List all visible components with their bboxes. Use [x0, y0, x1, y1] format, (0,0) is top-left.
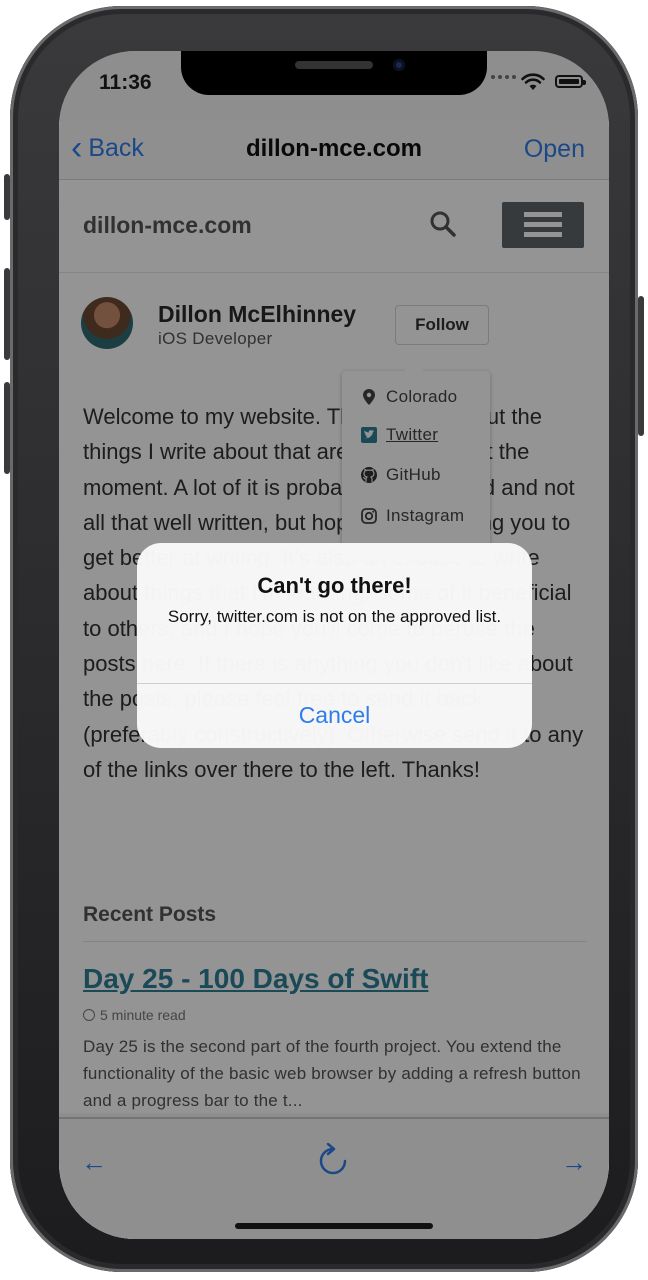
home-indicator[interactable]: [235, 1223, 433, 1229]
side-button-volume-down: [4, 382, 10, 474]
alert-cancel-button[interactable]: Cancel: [137, 683, 532, 748]
wifi-icon: [521, 73, 545, 90]
battery-icon: [555, 75, 586, 88]
alert-message: Sorry, twitter.com is not on the approve…: [167, 607, 502, 626]
side-button-power: [638, 296, 644, 436]
phone-frame: 11:36 ‹ Back dillon-mce.com Open dillon-…: [4, 6, 644, 1272]
cellular-signal-icon: [491, 75, 516, 79]
screen: 11:36 ‹ Back dillon-mce.com Open dillon-…: [59, 51, 609, 1239]
status-time: 11:36: [99, 71, 152, 94]
camera-icon: [393, 59, 405, 71]
side-button-volume-up: [4, 268, 10, 360]
alert-dialog: Can't go there! Sorry, twitter.com is no…: [137, 543, 532, 748]
speaker-grille: [295, 61, 373, 69]
side-button-silent: [4, 174, 10, 220]
alert-title: Can't go there!: [257, 573, 412, 598]
notch: [181, 51, 487, 95]
